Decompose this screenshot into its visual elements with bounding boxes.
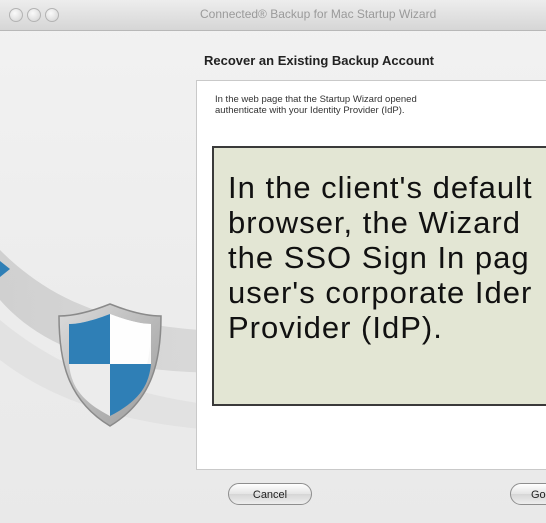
- window-title: Connected® Backup for Mac Startup Wizard: [200, 7, 437, 21]
- arrow-pointer-icon: [0, 261, 10, 277]
- go-button[interactable]: Go: [510, 483, 546, 505]
- zoom-window-button[interactable]: [45, 8, 59, 22]
- title-bar: Connected® Backup for Mac Startup Wizard: [0, 0, 546, 31]
- intro-line-2: authenticate with your Identity Provider…: [215, 105, 405, 116]
- close-window-button[interactable]: [9, 8, 23, 22]
- annotation-callout-text: In the client's default browser, the Wiz…: [228, 170, 533, 345]
- wizard-window: Connected® Backup for Mac Startup Wizard…: [0, 0, 546, 523]
- page-heading: Recover an Existing Backup Account: [204, 53, 434, 68]
- intro-text: In the web page that the Startup Wizard …: [215, 94, 417, 116]
- shield-icon: [58, 303, 162, 427]
- cancel-button[interactable]: Cancel: [228, 483, 312, 505]
- intro-line-1: In the web page that the Startup Wizard …: [215, 94, 417, 105]
- minimize-window-button[interactable]: [27, 8, 41, 22]
